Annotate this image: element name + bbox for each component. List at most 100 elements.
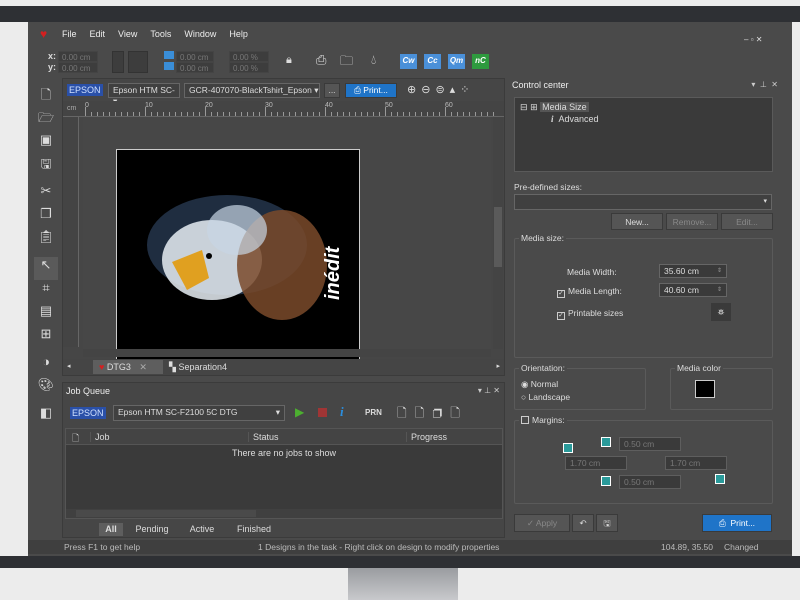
tab-finished[interactable]: Finished: [227, 523, 281, 536]
margins-checkbox[interactable]: Margins:: [519, 415, 567, 425]
predefined-select[interactable]: ▾: [514, 194, 772, 210]
width-input[interactable]: 0.00 cm: [176, 51, 214, 62]
tabs-scroll-left-icon[interactable]: ◂: [67, 362, 71, 370]
tab-pending[interactable]: Pending: [127, 523, 177, 536]
start-icon[interactable]: ▶: [295, 405, 304, 419]
tab-active[interactable]: Active: [179, 523, 225, 536]
info-icon[interactable]: i: [340, 404, 344, 420]
select-tool-icon[interactable]: ↖: [34, 257, 58, 280]
distribute-icon[interactable]: ⁘: [460, 84, 474, 96]
menu-view[interactable]: View: [118, 29, 137, 39]
vertical-scrollbar[interactable]: [493, 117, 503, 349]
menu-tools[interactable]: Tools: [150, 29, 171, 39]
close-icon[interactable]: ✕: [771, 80, 778, 89]
zoom-out-icon[interactable]: ⊖: [421, 84, 435, 96]
column-job[interactable]: Job: [90, 432, 248, 442]
printable-sizes-checkbox[interactable]: ✓ Printable sizes: [557, 308, 623, 320]
arrange-icon[interactable]: ▴: [450, 84, 461, 96]
printer-select[interactable]: Epson HTM SC- ▾: [108, 83, 180, 106]
qm-button[interactable]: Qm: [448, 54, 465, 69]
remove-button[interactable]: Remove...: [666, 213, 718, 230]
cut-icon[interactable]: ✂: [34, 183, 58, 206]
pin-icon[interactable]: ⊥: [484, 386, 491, 395]
dropdown-icon[interactable]: ▾: [751, 80, 755, 89]
binoculars-icon[interactable]: ⛯: [711, 303, 731, 321]
queue-printer-select[interactable]: Epson HTM SC-F2100 5C DTG ▾: [113, 405, 285, 421]
crop-tool-icon[interactable]: ⌗: [34, 280, 58, 303]
cw-button[interactable]: Cw: [400, 54, 417, 69]
open-folder-icon[interactable]: 🗁: [34, 109, 58, 132]
tab-close-icon[interactable]: ✕: [139, 362, 147, 372]
save-icon[interactable]: 🖫: [34, 155, 58, 183]
folder-refresh-icon[interactable]: 🗀: [340, 52, 353, 74]
margin-bottom-input[interactable]: 0.50 cm: [619, 475, 681, 489]
pin-icon[interactable]: ⊥: [760, 80, 767, 89]
column-progress[interactable]: Progress: [406, 432, 447, 442]
job-copy-icon[interactable]: ❐: [432, 406, 450, 420]
tabs-scroll-right-icon[interactable]: ▸: [496, 362, 500, 370]
paste-icon[interactable]: 📋︎: [34, 229, 58, 257]
media-color-swatch[interactable]: [695, 380, 715, 398]
tab-dtg3[interactable]: ♥ DTG3 ✕: [93, 360, 163, 374]
horizontal-scrollbar[interactable]: [83, 349, 491, 357]
prn-button[interactable]: PRN: [365, 408, 382, 417]
lock-icon[interactable]: 🔒︎: [286, 54, 292, 67]
print-button[interactable]: ⎙ Print...: [345, 83, 397, 98]
tree-item-advanced[interactable]: i Advanced: [551, 114, 599, 124]
menu-edit[interactable]: Edit: [90, 29, 106, 39]
close-icon[interactable]: ✕: [493, 386, 500, 395]
zoom-in-icon[interactable]: ⊕: [407, 84, 421, 96]
restore-icon[interactable]: ▫: [751, 35, 754, 44]
ruler-tool-icon[interactable]: ▤: [34, 303, 58, 326]
column-status[interactable]: Status: [248, 432, 406, 442]
margin-right-input[interactable]: 1.70 cm: [665, 456, 727, 470]
stop-icon[interactable]: [318, 408, 327, 417]
dropdown-icon[interactable]: ▾: [478, 386, 482, 395]
import-image-icon[interactable]: ▣: [34, 132, 58, 155]
edit-button[interactable]: Edit...: [721, 213, 773, 230]
ink-cost-icon[interactable]: 💧︎: [371, 52, 376, 68]
media-length-input[interactable]: 40.60 cm ⇕: [659, 283, 727, 297]
y-input[interactable]: 0.00 cm: [58, 62, 98, 73]
x-input[interactable]: 0.00 cm: [58, 51, 98, 62]
nc-button[interactable]: nC: [472, 54, 489, 69]
menu-window[interactable]: Window: [184, 29, 216, 39]
menu-file[interactable]: File: [62, 29, 77, 39]
control-print-button[interactable]: ⎙ Print...: [702, 514, 772, 532]
ink-icon[interactable]: ◑: [34, 354, 58, 377]
panel-toggle-icon[interactable]: ◧: [34, 405, 58, 428]
height-percent-input[interactable]: 0.00 %: [229, 62, 269, 73]
position-icon[interactable]: [128, 51, 148, 73]
canvas[interactable]: inédit: [83, 117, 491, 361]
zoom-fit-icon[interactable]: ⊜: [435, 84, 449, 96]
grid-tool-icon[interactable]: ⊞: [34, 326, 58, 354]
tab-all[interactable]: All: [99, 523, 123, 536]
width-percent-input[interactable]: 0.00 %: [229, 51, 269, 62]
undo-icon[interactable]: ↶: [572, 514, 594, 532]
media-width-input[interactable]: 35.60 cm ⇕: [659, 264, 727, 278]
save-preset-icon[interactable]: 🖫: [596, 514, 618, 532]
artwork-image[interactable]: inédit: [116, 149, 360, 361]
job-pause-icon[interactable]: 🗋: [415, 406, 433, 420]
media-length-checkbox[interactable]: ✓ Media Length:: [557, 286, 622, 298]
cc-button[interactable]: Cc: [424, 54, 441, 69]
job-delete-icon[interactable]: 🗋: [450, 406, 468, 420]
margin-top-input[interactable]: 0.50 cm: [619, 437, 681, 451]
printer-settings-icon[interactable]: ⎙: [316, 52, 326, 68]
minimize-icon[interactable]: –: [744, 35, 748, 44]
apply-button[interactable]: ✓ Apply: [514, 514, 570, 532]
palette-icon[interactable]: 🎨︎: [34, 377, 58, 405]
new-button[interactable]: New...: [611, 213, 663, 230]
more-button[interactable]: ...: [324, 83, 340, 98]
margin-left-input[interactable]: 1.70 cm: [565, 456, 627, 470]
copy-icon[interactable]: ❐: [34, 206, 58, 229]
collapse-icon[interactable]: ⊟: [520, 102, 528, 112]
menu-help[interactable]: Help: [229, 29, 248, 39]
align-buttons[interactable]: [112, 51, 124, 73]
job-start-icon[interactable]: 🗋: [397, 406, 415, 420]
table-horizontal-scrollbar[interactable]: [66, 509, 502, 518]
close-icon[interactable]: ✕: [756, 35, 763, 44]
profile-select[interactable]: GCR-407070-BlackTshirt_Epson ▾: [184, 83, 320, 98]
tab-separation4[interactable]: ▚ Separation4: [165, 360, 243, 374]
new-file-icon[interactable]: 🗋: [34, 86, 58, 109]
